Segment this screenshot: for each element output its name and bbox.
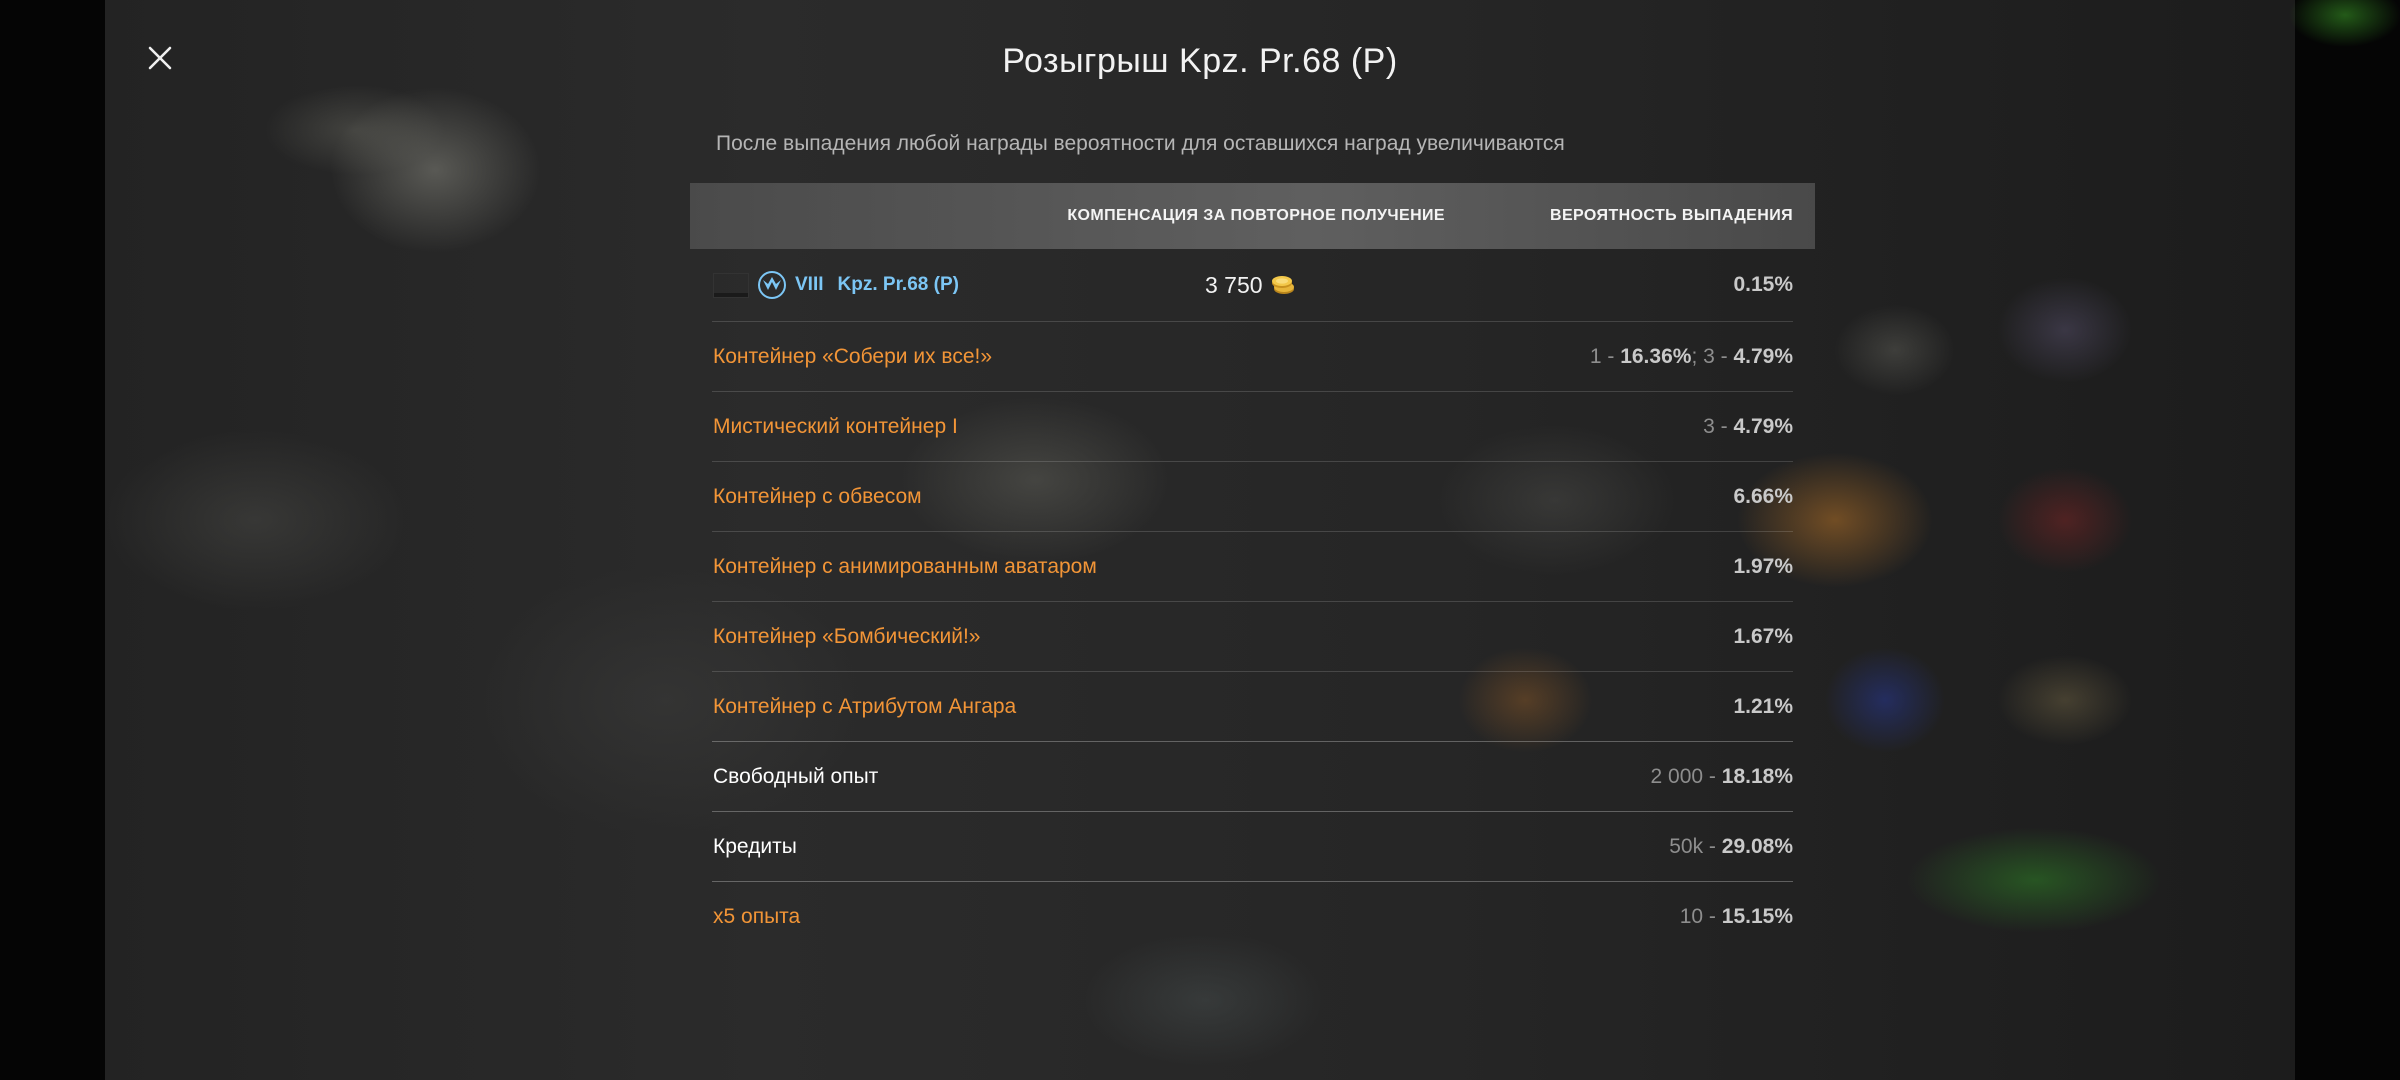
- rewards-table: КОМПЕНСАЦИЯ ЗА ПОВТОРНОЕ ПОЛУЧЕНИЕ ВЕРОЯ…: [690, 183, 1815, 951]
- probability-prefix: 3 -: [1703, 415, 1734, 438]
- reward-row[interactable]: x5 опыта 10 - 15.15%: [712, 882, 1793, 951]
- reward-probability: 1.97%: [1733, 532, 1793, 601]
- reward-row[interactable]: Контейнер с Атрибутом Ангара 1.21%: [712, 672, 1793, 742]
- compensation-value: 3 750: [1205, 249, 1295, 321]
- reward-probability: 50k - 29.08%: [1669, 812, 1793, 881]
- reward-name: Мистический контейнер I: [713, 415, 958, 438]
- germany-flag-icon: [713, 272, 749, 298]
- probability-column-header: ВЕРОЯТНОСТЬ ВЫПАДЕНИЯ: [1550, 207, 1793, 224]
- reward-name: Контейнер «Бомбический!»: [713, 625, 981, 648]
- probability-value: 0.15%: [1733, 273, 1793, 296]
- probability-percent: 4.79%: [1733, 415, 1793, 438]
- probability-prefix: 1 -: [1589, 345, 1621, 368]
- reward-list: VIII Kpz. Pr.68 (P) 3 750 0.15% Контейне…: [712, 249, 1793, 951]
- probability-prefix: 10 -: [1679, 905, 1722, 928]
- reward-row[interactable]: Контейнер с анимированным аватаром 1.97%: [712, 532, 1793, 602]
- reward-name: Контейнер с Атрибутом Ангара: [713, 695, 1017, 718]
- reward-probability: 1 - 16.36%; 3 - 4.79%: [1590, 322, 1793, 391]
- reward-row[interactable]: Кредиты 50k - 29.08%: [712, 812, 1793, 882]
- reward-probability: 1.21%: [1733, 672, 1793, 741]
- probability-percent: 1.67%: [1733, 625, 1793, 648]
- reward-probability: 10 - 15.15%: [1680, 882, 1793, 951]
- tank-tier: VIII: [795, 274, 824, 295]
- compensation-amount: 3 750: [1205, 271, 1263, 298]
- probability-prefix: ; 3 -: [1691, 345, 1734, 368]
- probability-percent: 6.66%: [1733, 485, 1793, 508]
- table-header: КОМПЕНСАЦИЯ ЗА ПОВТОРНОЕ ПОЛУЧЕНИЕ ВЕРОЯ…: [690, 183, 1815, 249]
- probability-percent: 29.08%: [1721, 835, 1793, 858]
- reward-row[interactable]: Свободный опыт 2 000 - 18.18%: [712, 742, 1793, 812]
- reward-name: Контейнер с анимированным аватаром: [713, 555, 1097, 578]
- compensation-column-header: КОМПЕНСАЦИЯ ЗА ПОВТОРНОЕ ПОЛУЧЕНИЕ: [1067, 207, 1445, 224]
- reward-row[interactable]: Мистический контейнер I 3 - 4.79%: [712, 392, 1793, 462]
- probability-percent: 1.21%: [1733, 695, 1793, 718]
- probability-percent: 1.97%: [1733, 555, 1793, 578]
- tank-name: Kpz. Pr.68 (P): [837, 274, 959, 295]
- reward-name: Контейнер с обвесом: [713, 485, 922, 508]
- reward-probability: 1.67%: [1733, 602, 1793, 671]
- reward-row[interactable]: Контейнер «Собери их все!» 1 - 16.36%; 3 …: [712, 322, 1793, 392]
- reward-name: Свободный опыт: [713, 765, 879, 788]
- probability-prefix: 50k -: [1669, 835, 1722, 858]
- reward-name: Контейнер «Собери их все!»: [713, 345, 993, 368]
- tank-reward-row[interactable]: VIII Kpz. Pr.68 (P) 3 750 0.15%: [712, 249, 1793, 322]
- reward-probability: 2 000 - 18.18%: [1651, 742, 1793, 811]
- reward-name: Кредиты: [713, 835, 797, 858]
- probability-percent: 16.36%: [1620, 345, 1692, 368]
- probability-percent: 4.79%: [1733, 345, 1793, 368]
- gold-icon: [1271, 276, 1294, 294]
- probability-prefix: 2 000 -: [1650, 765, 1722, 788]
- reward-name: x5 опыта: [713, 905, 801, 928]
- probability-percent: 15.15%: [1721, 905, 1793, 928]
- probability-percent: 18.18%: [1721, 765, 1793, 788]
- dialog-subtitle: После выпадения любой награды вероятност…: [716, 132, 1565, 155]
- reward-row[interactable]: Контейнер «Бомбический!» 1.67%: [712, 602, 1793, 672]
- tank-class-icon: [758, 271, 786, 299]
- reward-row[interactable]: Контейнер с обвесом 6.66%: [712, 462, 1793, 532]
- dialog-title: Розыгрыш Kpz. Pr.68 (P): [1002, 42, 1398, 80]
- reward-probability: 6.66%: [1733, 462, 1793, 531]
- reward-probability: 3 - 4.79%: [1703, 392, 1793, 461]
